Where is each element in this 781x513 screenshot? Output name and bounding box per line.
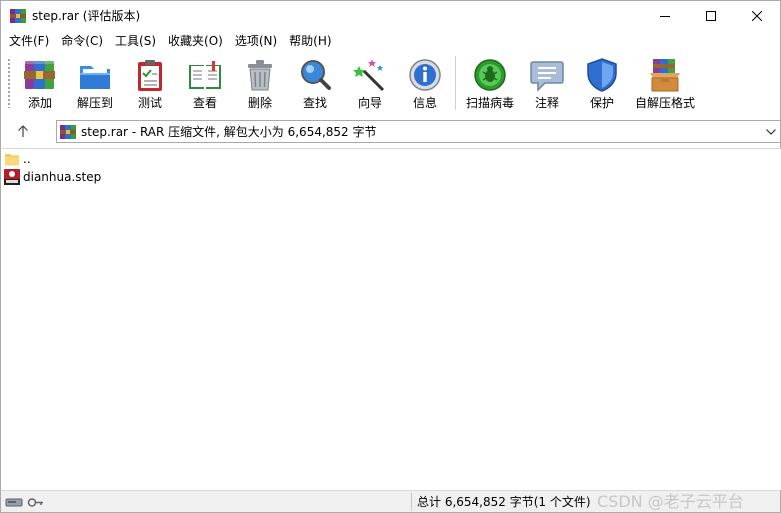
status-divider — [411, 493, 412, 511]
status-bar: 总计 6,654,852 字节(1 个文件) CSDN @老子云平台 — [1, 490, 780, 512]
step-file-icon — [4, 169, 20, 185]
list-item-parent-folder[interactable]: .. — [4, 150, 31, 168]
maximize-button[interactable] — [688, 1, 734, 31]
file-name: dianhua.step — [23, 170, 102, 184]
sfx-button[interactable]: 自解压格式 — [635, 56, 695, 112]
chevron-down-icon — [766, 129, 776, 135]
trash-icon — [248, 60, 272, 91]
up-one-level-button[interactable] — [11, 121, 35, 141]
winrar-window: step.rar (评估版本) 文件(F) 命令(C) 工具(S) 收藏夹(O)… — [0, 0, 781, 513]
address-text: step.rar - RAR 压缩文件, 解包大小为 6,654,852 字节 — [81, 125, 377, 139]
drive-key-icon — [5, 498, 43, 507]
close-icon — [752, 11, 762, 21]
sfx-box-icon — [650, 59, 680, 92]
list-item-file[interactable]: dianhua.step — [4, 168, 101, 186]
minimize-button[interactable] — [642, 1, 688, 31]
info-button[interactable]: 信息 — [397, 56, 453, 112]
shield-icon — [587, 58, 617, 92]
file-list[interactable]: .. dianhua.step — [2, 148, 781, 490]
menu-favorites[interactable]: 收藏夹(O) — [162, 31, 229, 51]
status-summary: 总计 6,654,852 字节(1 个文件) — [417, 495, 591, 509]
file-name: .. — [23, 152, 31, 166]
menu-tools[interactable]: 工具(S) — [109, 31, 162, 51]
info-icon — [409, 59, 441, 91]
virus-scan-icon — [474, 59, 506, 91]
window-title: step.rar (评估版本) — [32, 9, 141, 23]
sfx-label: 自解压格式 — [634, 96, 695, 110]
title-bar: step.rar (评估版本) — [1, 1, 780, 31]
comment-icon — [530, 61, 564, 92]
close-button[interactable] — [734, 1, 780, 31]
watermark-text: CSDN @老子云平台 — [597, 492, 744, 511]
add-archive-icon — [24, 61, 55, 89]
rar-archive-icon — [60, 125, 76, 139]
test-clipboard-icon — [138, 60, 162, 91]
protect-button[interactable]: 保护 — [574, 56, 630, 112]
magnifier-icon — [301, 60, 331, 90]
menu-options[interactable]: 选项(N) — [229, 31, 283, 51]
menu-file[interactable]: 文件(F) — [3, 31, 55, 51]
up-arrow-icon — [18, 125, 28, 137]
menu-commands[interactable]: 命令(C) — [55, 31, 109, 51]
maximize-icon — [706, 11, 716, 21]
menu-help[interactable]: 帮助(H) — [283, 31, 337, 51]
address-row: step.rar - RAR 压缩文件, 解包大小为 6,654,852 字节 — [1, 117, 781, 145]
minimize-icon — [660, 16, 670, 17]
view-book-icon — [189, 61, 221, 89]
address-dropdown-button[interactable] — [764, 124, 778, 140]
menu-bar: 文件(F) 命令(C) 工具(S) 收藏夹(O) 选项(N) 帮助(H) — [1, 31, 780, 51]
folder-icon — [5, 154, 19, 166]
winrar-app-icon — [10, 9, 26, 23]
wizard-wand-icon — [353, 59, 385, 92]
address-combobox[interactable]: step.rar - RAR 压缩文件, 解包大小为 6,654,852 字节 — [56, 120, 781, 143]
extract-folder-icon — [80, 66, 110, 89]
toolbar: 添加 解压到 测试 查看 删除 查找 向导 信息 扫描病毒 注释 保护 自解压格… — [1, 52, 780, 115]
